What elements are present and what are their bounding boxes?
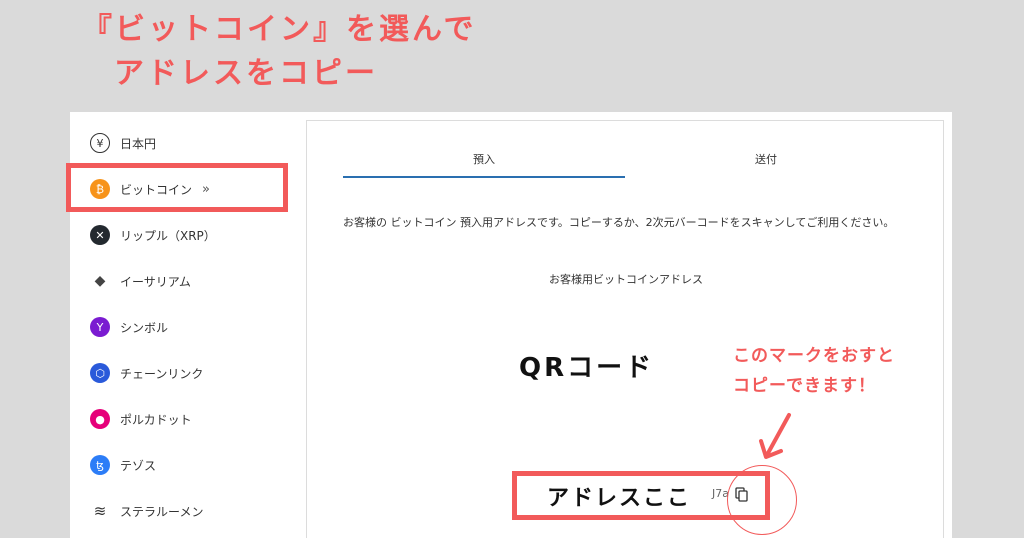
active-tab-indicator [343, 176, 625, 178]
symbol-icon: Y [90, 317, 110, 337]
tab-deposit[interactable]: 預入 [343, 151, 625, 167]
tezos-icon: ꜩ [90, 455, 110, 475]
sidebar-item-symbol[interactable]: Y シンボル [70, 304, 306, 350]
sidebar-item-stellar[interactable]: ≋ ステラルーメン [70, 488, 306, 534]
qr-code-placeholder: QRコード [519, 353, 655, 383]
sidebar-item-jpy[interactable]: ¥ 日本円 [70, 120, 306, 166]
copy-hint-note: このマークをおすと コピーできます！ [733, 341, 895, 401]
annotation-heading: 『ビットコイン』を選んで アドレスをコピー [82, 8, 477, 96]
copy-hint-line2: コピーできます！ [733, 376, 876, 396]
sidebar-item-label: テゾス [120, 458, 157, 473]
sidebar-item-chainlink[interactable]: ⬡ チェーンリンク [70, 350, 306, 396]
chainlink-icon: ⬡ [90, 363, 110, 383]
tab-send[interactable]: 送付 [625, 151, 907, 167]
copy-hint-line1: このマークをおすと [733, 346, 895, 366]
polkadot-icon: ● [90, 409, 110, 429]
sidebar-item-xrp[interactable]: ✕ リップル（XRP） [70, 212, 306, 258]
address-title: お客様用ビットコインアドレス [549, 273, 703, 286]
sidebar-item-label: リップル（XRP） [120, 228, 216, 243]
annotation-heading-line2: アドレスをコピー [114, 56, 378, 91]
copy-highlight-circle [727, 465, 797, 535]
sidebar-item-label: チェーンリンク [120, 366, 204, 381]
stellar-icon: ≋ [90, 501, 110, 521]
sidebar-item-label: シンボル [120, 320, 169, 335]
sidebar-item-polkadot[interactable]: ● ポルカドット [70, 396, 306, 442]
ethereum-icon: ◆ [90, 271, 110, 291]
sidebar-item-label: ポルカドット [120, 412, 192, 427]
yen-icon: ¥ [90, 133, 110, 153]
sidebar-item-tezos[interactable]: ꜩ テゾス [70, 442, 306, 488]
deposit-notice: お客様の ビットコイン 預入用アドレスです。コピーするか、2次元バーコードをスキ… [343, 216, 895, 229]
xrp-icon: ✕ [90, 225, 110, 245]
sidebar-item-label: イーサリアム [120, 274, 191, 289]
sidebar-item-label: 日本円 [120, 136, 157, 151]
sidebar-item-ethereum[interactable]: ◆ イーサリアム [70, 258, 306, 304]
bitcoin-highlight-box [66, 163, 288, 212]
annotation-heading-line1: 『ビットコイン』を選んで [82, 12, 477, 47]
address-placeholder: アドレスここ [547, 485, 692, 511]
deposit-panel: 預入 送付 お客様の ビットコイン 預入用アドレスです。コピーするか、2次元バー… [306, 120, 944, 538]
arrow-icon [759, 413, 791, 459]
sidebar-item-label: ステラルーメン [120, 504, 204, 519]
